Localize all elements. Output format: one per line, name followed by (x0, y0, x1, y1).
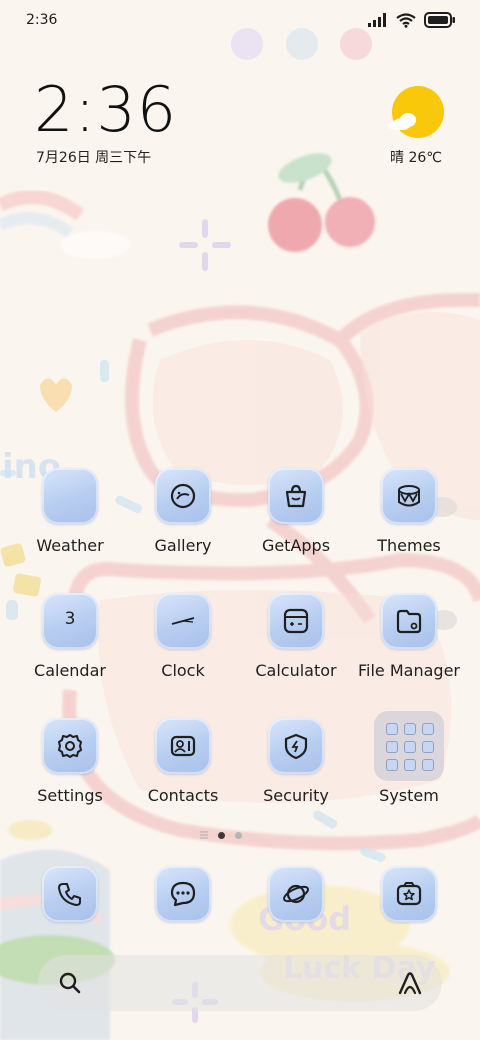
home-search-bar[interactable] (38, 955, 442, 1011)
messages-icon (170, 881, 196, 907)
calculator-icon (268, 593, 324, 649)
weather-summary: 晴 26℃ (386, 147, 446, 167)
page-indicator[interactable] (200, 831, 242, 839)
app-label: Security (263, 786, 329, 805)
clock-icon (155, 593, 211, 649)
dock-messages[interactable] (155, 866, 211, 922)
app-security[interactable]: Security (240, 718, 352, 828)
shield-icon (268, 718, 324, 774)
browser-icon (283, 884, 309, 904)
page-dot-active (218, 831, 225, 839)
app-calculator[interactable]: Calculator (240, 593, 352, 703)
gear-icon (42, 718, 98, 774)
app-label: Contacts (147, 786, 219, 805)
search-icon[interactable] (58, 971, 82, 995)
folder-grid-icon[interactable] (374, 711, 444, 781)
weather-condition: 晴 (390, 150, 404, 166)
app-label: Clock (161, 661, 205, 680)
status-bar: 2:36 (0, 0, 480, 40)
page-dot (235, 831, 242, 839)
status-time: 2:36 (26, 12, 58, 28)
page-list-icon (200, 831, 208, 839)
app-label: Themes (377, 536, 441, 555)
assistant-icon[interactable] (396, 969, 424, 997)
app-label: Settings (37, 786, 103, 805)
app-label: System (379, 786, 439, 805)
camera-icon (396, 882, 422, 906)
gallery-icon (155, 468, 211, 524)
calendar-icon: 3 (42, 593, 98, 649)
clock-widget-date: 7月26日 周三下午 (36, 150, 152, 166)
app-file-manager[interactable]: File Manager (353, 593, 465, 703)
weather-widget[interactable]: 晴 26℃ (384, 84, 448, 166)
app-settings[interactable]: Settings (14, 718, 126, 828)
app-label: GetApps (261, 536, 331, 555)
battery-icon (424, 12, 455, 28)
calendar-day: 3 (64, 609, 76, 629)
app-clock[interactable]: Clock (127, 593, 239, 703)
app-label: Weather (36, 536, 104, 555)
weather-temperature: 26℃ (408, 150, 442, 166)
app-label: File Manager (358, 661, 460, 680)
sun-cloud-icon (388, 86, 444, 138)
app-gallery[interactable]: Gallery (127, 468, 239, 578)
app-weather[interactable]: Weather (14, 468, 126, 578)
app-label: Gallery (154, 536, 212, 555)
app-label: Calendar (34, 661, 106, 680)
dock-phone[interactable] (42, 866, 98, 922)
dock-browser[interactable] (268, 866, 324, 922)
app-getapps[interactable]: GetApps (240, 468, 352, 578)
folder-icon (381, 593, 437, 649)
app-themes[interactable]: Themes (353, 468, 465, 578)
themes-icon (381, 468, 437, 524)
status-icons (368, 12, 456, 28)
wifi-icon (396, 12, 416, 28)
weather-icon (42, 468, 98, 524)
contacts-icon (155, 718, 211, 774)
app-label: Calculator (255, 661, 337, 680)
app-contacts[interactable]: Contacts (127, 718, 239, 828)
clock-widget-time[interactable]: 2:36 (34, 78, 177, 142)
phone-icon (58, 883, 81, 906)
app-calendar[interactable]: 3 Calendar (14, 593, 126, 703)
signal-icon (368, 13, 386, 27)
shopping-bag-icon (268, 468, 324, 524)
dock-camera[interactable] (381, 866, 437, 922)
